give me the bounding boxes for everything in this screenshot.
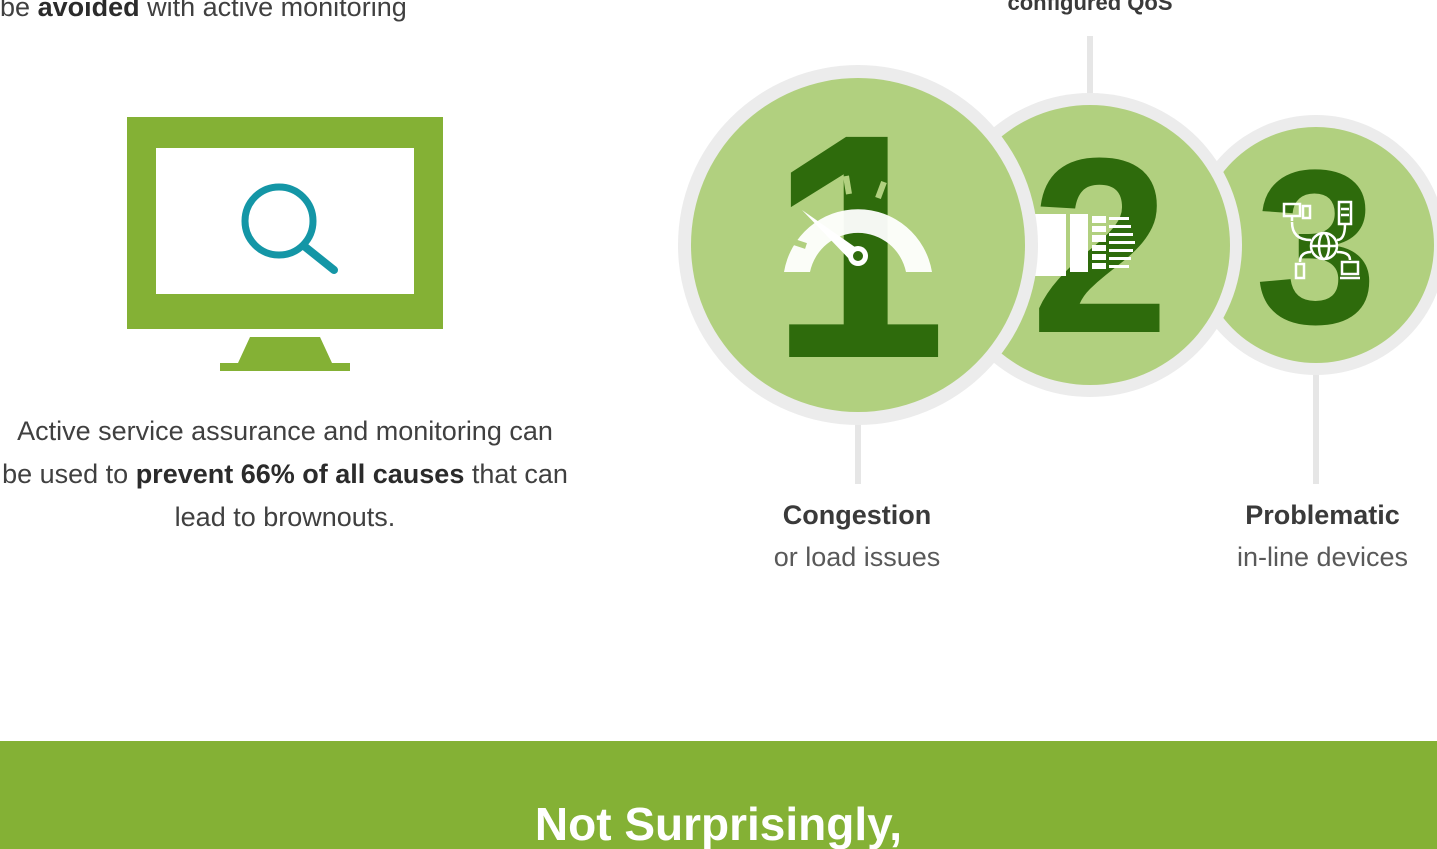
cause-3-label: Problematic in-line devices [1208,494,1437,578]
cause-3-title: Problematic [1245,500,1400,530]
intro-emphasis: avoided [37,0,140,22]
monitor-search-icon [127,117,443,371]
caption-emphasis: prevent 66% of all causes [135,459,465,489]
infographic-page: be avoided with active monitoring Active… [0,0,1437,849]
cause-1-subtitle: or load issues [773,542,941,572]
cause-3-subtitle: in-line devices [1236,542,1409,572]
intro-prefix: be [0,0,31,22]
cause-1-label: Congestion or load issues [727,494,987,578]
intro-line: be avoided with active monitoring [0,0,407,23]
cause-1-title: Congestion [782,500,932,530]
intro-suffix: with active monitoring [147,0,407,22]
green-banner: Not Surprisingly, [0,741,1437,849]
monitoring-caption: Active service assurance and monitoring … [0,410,570,539]
banner-title: Not Surprisingly, [534,798,903,849]
causes-graphic: 3 2 [678,36,1437,484]
cause-circle-1: 1 [678,65,1038,425]
